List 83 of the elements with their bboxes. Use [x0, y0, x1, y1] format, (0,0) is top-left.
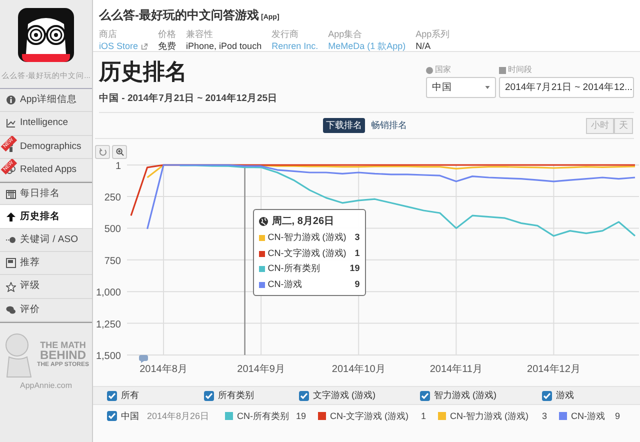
filter-label: 所有类别 — [218, 389, 254, 402]
series-name: CN-智力游戏 (游戏) — [268, 231, 348, 244]
zoom-button[interactable] — [112, 145, 127, 160]
chat-icon — [6, 304, 16, 315]
series-name: CN-所有类别 — [237, 410, 290, 422]
meta-label: 发行商 — [272, 28, 300, 40]
sidebar-item[interactable]: 推荐 — [0, 252, 92, 276]
filter-label: 所有 — [121, 389, 139, 402]
page-title: 历史排名 — [99, 58, 188, 86]
meta-value: N/A — [416, 40, 432, 52]
sidebar-item[interactable]: 关键词 / ASO — [0, 228, 92, 252]
country-label: 中国 — [121, 410, 139, 422]
axis-label: 2014年12月 — [527, 364, 580, 376]
checkbox[interactable] — [204, 390, 214, 401]
field-label: 国家 — [435, 64, 451, 76]
checkbox[interactable] — [107, 390, 117, 401]
series-name: CN-游戏 — [268, 278, 303, 291]
app-logo — [18, 8, 74, 62]
zoom-icon — [116, 148, 124, 156]
meta-value: 免费 — [158, 40, 176, 52]
sidebar-item[interactable]: App详细信息 — [0, 89, 92, 112]
axis-label: 1,500 — [96, 351, 121, 362]
star-icon — [6, 282, 16, 292]
series-name: CN-智力游戏 (游戏) — [450, 410, 530, 423]
arrow-up-icon — [6, 212, 16, 222]
date-label: 2014年8月26日 — [147, 410, 210, 422]
meta-label: 兼容性 — [186, 28, 214, 40]
promo-text: BEHIND — [40, 350, 86, 360]
note-icon[interactable] — [139, 355, 148, 364]
info-icon — [6, 95, 16, 106]
caret-icon — [485, 86, 490, 90]
checkbox[interactable] — [542, 390, 552, 401]
series-name: CN-所有类别 — [268, 262, 321, 276]
app-title: 么么答-最好玩的中文问答游戏 — [99, 7, 259, 24]
axis-label: 750 — [104, 256, 121, 268]
reset-icon — [98, 148, 106, 156]
filter-label: 游戏 — [556, 389, 574, 402]
series-value: 3 — [354, 231, 360, 244]
meta-label: 价格 — [158, 28, 176, 40]
axis-label: 2014年11月 — [430, 364, 482, 376]
checkbox[interactable] — [107, 411, 117, 422]
checkbox[interactable] — [299, 390, 309, 401]
rank-tab[interactable]: 下载排名 — [323, 118, 365, 134]
rank-value: 3 — [542, 410, 547, 422]
reset-button[interactable] — [95, 145, 110, 160]
tooltip-title: 周二, 8月26日 — [272, 215, 334, 230]
axis-label: 2014年9月 — [237, 364, 285, 376]
dropdown[interactable]: 中国 — [426, 77, 496, 98]
axis-label: 1,250 — [96, 320, 121, 331]
promo-text: THE MATH — [40, 340, 86, 350]
rank-value: 9 — [614, 410, 620, 422]
checkbox[interactable] — [420, 390, 430, 401]
badge-icon — [6, 258, 16, 268]
axis-label: 1,000 — [96, 288, 121, 299]
series-name: CN-游戏 — [571, 410, 606, 422]
meta-label: 商店 — [99, 28, 118, 40]
filter-label: 智力游戏 (游戏) — [434, 389, 496, 402]
meta-value: iPhone, iPod touch — [186, 40, 262, 52]
sidebar-item[interactable]: Intelligence — [0, 112, 92, 136]
sidebar-item[interactable]: 评价 — [0, 298, 92, 322]
series-value: 19 — [350, 262, 360, 276]
series-value: 9 — [354, 278, 360, 291]
axis-label: 2014年8月 — [140, 364, 188, 376]
field-label: 时间段 — [508, 64, 532, 76]
meta-label: App系列 — [416, 28, 450, 40]
series-name: CN-文字游戏 (游戏) — [330, 410, 410, 423]
chart-icon — [6, 118, 16, 128]
axis-label: 500 — [104, 224, 121, 236]
filter-label: 文字游戏 (游戏) — [313, 389, 376, 402]
axis-label: 2014年10月 — [332, 364, 386, 376]
series-name: CN-文字游戏 (游戏) — [268, 246, 348, 260]
sidebar-item[interactable]: 历史排名 — [0, 205, 92, 229]
rank-tab[interactable]: 畅销排名 — [368, 118, 410, 134]
sidebar-item[interactable]: 评级 — [0, 275, 92, 299]
series-value: 1 — [354, 246, 360, 260]
meta-label: App集合 — [328, 28, 364, 40]
dropdown[interactable]: 2014年7月21日 ~ 2014年12... — [499, 77, 634, 98]
date-range-subtitle: 中国 - 2014年7月21日 ~ 2014年12月25日 — [99, 92, 278, 106]
rank-value: 19 — [296, 410, 306, 422]
external-link-icon — [141, 42, 148, 50]
axis-label: 1 — [115, 161, 121, 172]
axis-label: 250 — [104, 192, 121, 204]
rank-value: 1 — [420, 410, 426, 422]
